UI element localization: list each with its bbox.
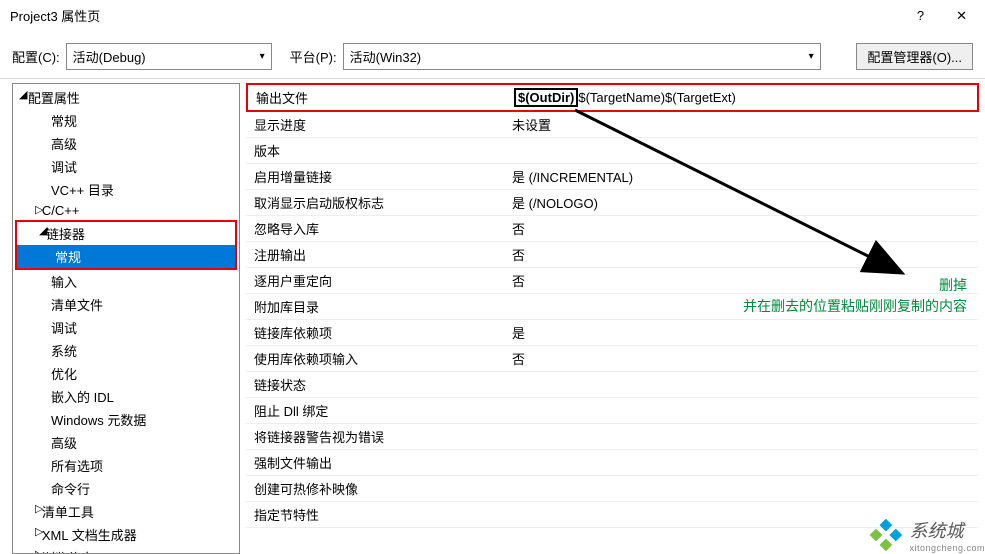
prop-row[interactable]: 链接状态 (246, 372, 979, 398)
tree-item[interactable]: 优化 (13, 362, 239, 385)
config-row: 配置(C): 活动(Debug) ▾ 平台(P): 活动(Win32) ▾ 配置… (0, 35, 985, 79)
close-icon[interactable]: ✕ (956, 8, 967, 24)
config-label: 配置(C): (12, 47, 60, 66)
tree-item-linker[interactable]: ◢ 链接器 (17, 222, 235, 245)
prop-row[interactable]: 取消显示启动版权标志是 (/NOLOGO) (246, 190, 979, 216)
prop-row[interactable]: 链接库依赖项是 (246, 320, 979, 346)
caret-right-icon: ▷ (35, 203, 43, 216)
prop-label: 输出文件 (252, 88, 514, 107)
caret-right-icon: ▷ (35, 525, 43, 538)
tree-item[interactable]: 调试 (13, 316, 239, 339)
platform-label: 平台(P): (290, 47, 337, 66)
tree-item[interactable]: 系统 (13, 339, 239, 362)
tree-item[interactable]: 调试 (13, 155, 239, 178)
tree-item[interactable]: 嵌入的 IDL (13, 385, 239, 408)
prop-row[interactable]: 版本 (246, 138, 979, 164)
chevron-down-icon: ▾ (809, 51, 814, 62)
caret-down-icon: ◢ (19, 88, 27, 101)
help-icon[interactable]: ? (917, 8, 924, 23)
prop-row[interactable]: 阻止 Dll 绑定 (246, 398, 979, 424)
tree-item[interactable]: 命令行 (13, 477, 239, 500)
config-select[interactable]: 活动(Debug) ▾ (66, 43, 272, 70)
config-manager-button[interactable]: 配置管理器(O)... (856, 43, 973, 70)
platform-value: 活动(Win32) (350, 47, 422, 66)
platform-select[interactable]: 活动(Win32) ▾ (343, 43, 821, 70)
prop-value[interactable]: $(OutDir)$(TargetName)$(TargetExt) (514, 88, 973, 107)
tree-root[interactable]: ◢ 配置属性 (13, 86, 239, 109)
config-value: 活动(Debug) (73, 47, 146, 66)
tree-item[interactable]: VC++ 目录 (13, 178, 239, 201)
tree-item-linker-general[interactable]: 常规 (17, 245, 235, 268)
tree-item-cxx[interactable]: ▷ C/C++ (13, 201, 239, 220)
tree-item[interactable]: 所有选项 (13, 454, 239, 477)
tree-panel: ◢ 配置属性 常规 高级 调试 VC++ 目录 ▷ C/C++ ◢ 链接器 常规… (12, 83, 240, 554)
prop-row[interactable]: 注册输出否 (246, 242, 979, 268)
titlebar: Project3 属性页 ? ✕ (0, 0, 985, 35)
caret-right-icon: ▷ (35, 548, 43, 554)
tree-item[interactable]: Windows 元数据 (13, 408, 239, 431)
watermark: 系统城 xitongcheng.com (867, 517, 985, 553)
prop-row[interactable]: 将链接器警告视为错误 (246, 424, 979, 450)
prop-row-output-file[interactable]: 输出文件 $(OutDir)$(TargetName)$(TargetExt) (246, 83, 979, 112)
outdir-token: $(OutDir) (514, 88, 578, 107)
prop-row[interactable]: 使用库依赖项输入否 (246, 346, 979, 372)
annotation-text: 删掉 并在删去的位置粘贴刚刚复制的内容 (743, 275, 967, 317)
window-title: Project3 属性页 (10, 6, 100, 25)
prop-row[interactable]: 忽略导入库否 (246, 216, 979, 242)
tree-item[interactable]: 高级 (13, 132, 239, 155)
prop-row[interactable]: 显示进度未设置 (246, 112, 979, 138)
prop-row[interactable]: 强制文件输出 (246, 450, 979, 476)
tree-item[interactable]: 高级 (13, 431, 239, 454)
chevron-down-icon: ▾ (260, 51, 265, 62)
tree-item[interactable]: 输入 (13, 270, 239, 293)
caret-down-icon: ◢ (39, 224, 47, 237)
tree-item[interactable]: 常规 (13, 109, 239, 132)
prop-row[interactable]: 启用增量链接是 (/INCREMENTAL) (246, 164, 979, 190)
caret-right-icon: ▷ (35, 502, 43, 515)
logo-icon (867, 517, 903, 553)
tree-item[interactable]: 清单文件 (13, 293, 239, 316)
prop-row[interactable]: 创建可热修补映像 (246, 476, 979, 502)
tree-item[interactable]: ▷ 清单工具 (13, 500, 239, 523)
tree-item[interactable]: ▷ XML 文档生成器 (13, 523, 239, 546)
